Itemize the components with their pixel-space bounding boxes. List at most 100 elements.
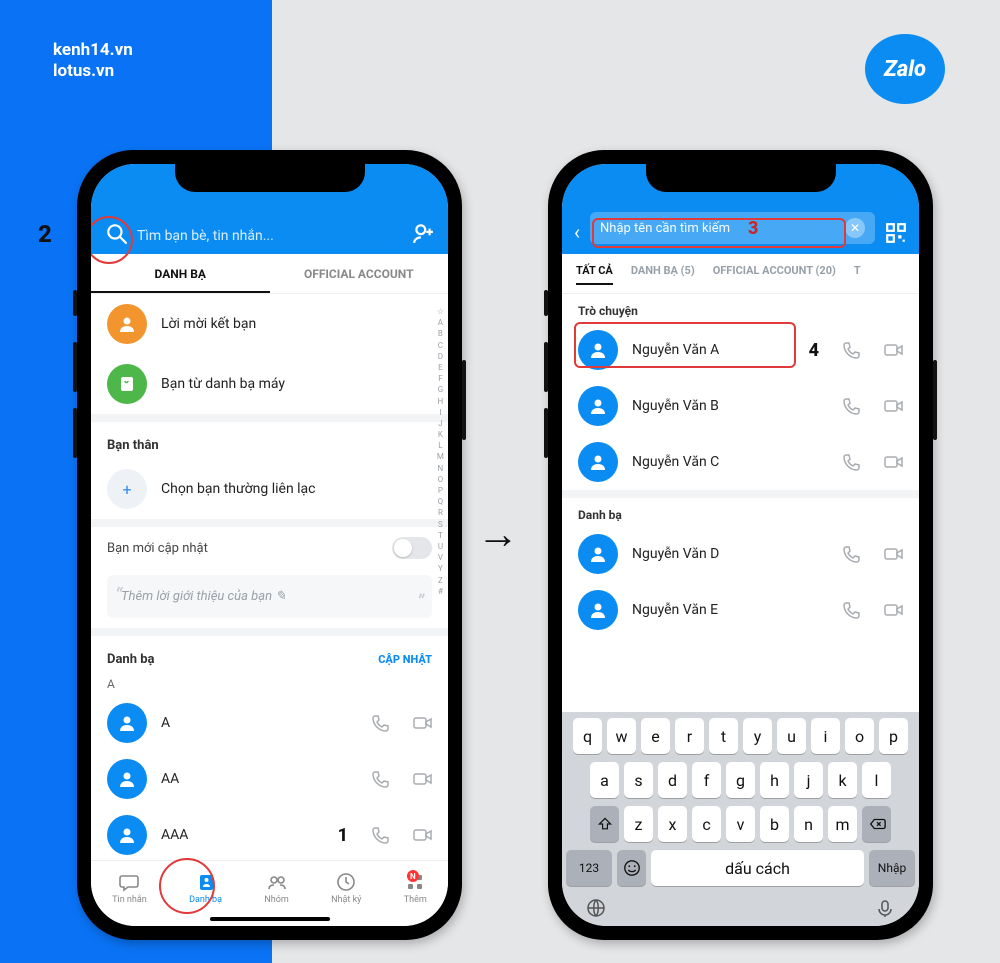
nav-contacts[interactable]: Danh bạ (189, 872, 222, 905)
filter-more[interactable]: T (854, 264, 861, 285)
qr-icon[interactable] (885, 222, 907, 244)
filter-contacts[interactable]: DANH BẠ (5) (631, 264, 695, 285)
tab-official-account[interactable]: OFFICIAL ACCOUNT (270, 254, 449, 293)
key-q[interactable]: q (573, 718, 602, 754)
nav-messages[interactable]: Tin nhắn (112, 872, 147, 905)
key-h[interactable]: h (760, 762, 789, 798)
call-icon[interactable] (370, 713, 390, 733)
mic-icon[interactable] (875, 898, 895, 918)
contact-item[interactable]: AA (91, 751, 448, 807)
key-n[interactable]: n (794, 806, 823, 842)
home-indicator[interactable] (210, 917, 330, 921)
contacts-section-label: Danh bạ (562, 498, 919, 526)
nav-more[interactable]: ThêmN (404, 872, 427, 905)
key-i[interactable]: i (811, 718, 840, 754)
clock-icon (336, 872, 356, 892)
key-g[interactable]: g (726, 762, 755, 798)
phone-frame-left: Tìm bạn bè, tin nhắn... DANH BẠ OFFICIAL… (77, 150, 462, 940)
clear-icon[interactable]: ✕ (845, 218, 865, 238)
key-e[interactable]: e (641, 718, 670, 754)
key-d[interactable]: d (658, 762, 687, 798)
chat-icon (119, 872, 139, 892)
search-result-item[interactable]: Nguyễn Văn B (562, 378, 919, 434)
key-b[interactable]: b (760, 806, 789, 842)
key-m[interactable]: m (828, 806, 857, 842)
key-a[interactable]: a (590, 762, 619, 798)
toggle-switch[interactable] (392, 537, 432, 559)
search-result-item[interactable]: Nguyễn Văn D (562, 526, 919, 582)
video-call-icon[interactable] (883, 600, 903, 620)
video-call-icon[interactable] (883, 340, 903, 360)
key-v[interactable]: v (726, 806, 755, 842)
nav-diary[interactable]: Nhật ký (331, 872, 361, 905)
video-call-icon[interactable] (412, 769, 432, 789)
key-enter[interactable]: Nhập (869, 850, 915, 886)
call-icon[interactable] (370, 769, 390, 789)
key-p[interactable]: p (879, 718, 908, 754)
key-o[interactable]: o (845, 718, 874, 754)
search-input[interactable]: Tìm bạn bè, tin nhắn... (137, 228, 402, 244)
search-input-value: Nhập tên cần tìm kiếm (600, 221, 730, 236)
key-space[interactable]: dấu cách (651, 850, 864, 886)
search-result-item[interactable]: Nguyễn Văn A 4 (562, 322, 919, 378)
search-icon[interactable] (105, 222, 127, 244)
search-result-item[interactable]: Nguyễn Văn C (562, 434, 919, 490)
key-shift[interactable] (590, 806, 619, 842)
chat-section-label: Trò chuyện (562, 294, 919, 322)
avatar-icon (578, 590, 618, 630)
key-c[interactable]: c (692, 806, 721, 842)
key-u[interactable]: u (777, 718, 806, 754)
emoji-icon (623, 859, 641, 877)
nav-groups[interactable]: Nhóm (264, 872, 288, 905)
search-bar[interactable]: Nhập tên cần tìm kiếm 3 ✕ (590, 212, 875, 244)
row-recently-updated: Bạn mới cập nhật (91, 527, 448, 569)
row-choose-close-friend[interactable]: + Chọn bạn thường liên lạc (91, 459, 448, 519)
step-4-label: 4 (809, 340, 819, 361)
key-backspace[interactable] (862, 806, 891, 842)
keyboard: qwertyuiop asdfghjkl zxcvbnm 123 dấu các… (562, 712, 919, 926)
contact-item[interactable]: AAA 1 (91, 807, 448, 863)
row-phone-contacts[interactable]: Bạn từ danh bạ máy (91, 354, 448, 414)
back-icon[interactable]: ‹ (574, 220, 580, 244)
search-result-item[interactable]: Nguyễn Văn E (562, 582, 919, 638)
key-123[interactable]: 123 (566, 850, 612, 886)
add-friend-icon[interactable] (412, 222, 434, 244)
screen-search: ‹ Nhập tên cần tìm kiếm 3 ✕ TẤT CẢ DANH … (562, 164, 919, 926)
key-y[interactable]: y (743, 718, 772, 754)
video-call-icon[interactable] (412, 825, 432, 845)
alpha-index[interactable]: ☆ABCDEFGHIJKLMNOPQRSTUVYZ# (437, 306, 444, 597)
video-call-icon[interactable] (883, 544, 903, 564)
video-call-icon[interactable] (412, 713, 432, 733)
key-f[interactable]: f (692, 762, 721, 798)
filter-all[interactable]: TẤT CẢ (576, 264, 613, 285)
contact-item[interactable]: A (91, 695, 448, 751)
key-j[interactable]: j (794, 762, 823, 798)
globe-icon[interactable] (586, 898, 606, 918)
intro-input[interactable]: Thêm lời giới thiệu của bạn ✎ (107, 575, 432, 618)
key-s[interactable]: s (624, 762, 653, 798)
group-icon (267, 872, 287, 892)
key-emoji[interactable] (617, 850, 646, 886)
key-r[interactable]: r (675, 718, 704, 754)
key-t[interactable]: t (709, 718, 738, 754)
avatar-icon (578, 330, 618, 370)
video-call-icon[interactable] (883, 452, 903, 472)
key-x[interactable]: x (658, 806, 687, 842)
key-w[interactable]: w (607, 718, 636, 754)
key-k[interactable]: k (828, 762, 857, 798)
call-icon[interactable] (841, 340, 861, 360)
call-icon[interactable] (370, 825, 390, 845)
call-icon[interactable] (841, 600, 861, 620)
backspace-icon (868, 815, 886, 833)
row-friend-requests[interactable]: Lời mời kết bạn (91, 294, 448, 354)
key-l[interactable]: l (862, 762, 891, 798)
avatar-icon (578, 386, 618, 426)
key-z[interactable]: z (624, 806, 653, 842)
video-call-icon[interactable] (883, 396, 903, 416)
call-icon[interactable] (841, 452, 861, 472)
call-icon[interactable] (841, 396, 861, 416)
update-button[interactable]: CẬP NHẬT (378, 653, 432, 666)
call-icon[interactable] (841, 544, 861, 564)
tab-contacts[interactable]: DANH BẠ (91, 254, 270, 293)
filter-oa[interactable]: OFFICIAL ACCOUNT (20) (713, 264, 836, 285)
